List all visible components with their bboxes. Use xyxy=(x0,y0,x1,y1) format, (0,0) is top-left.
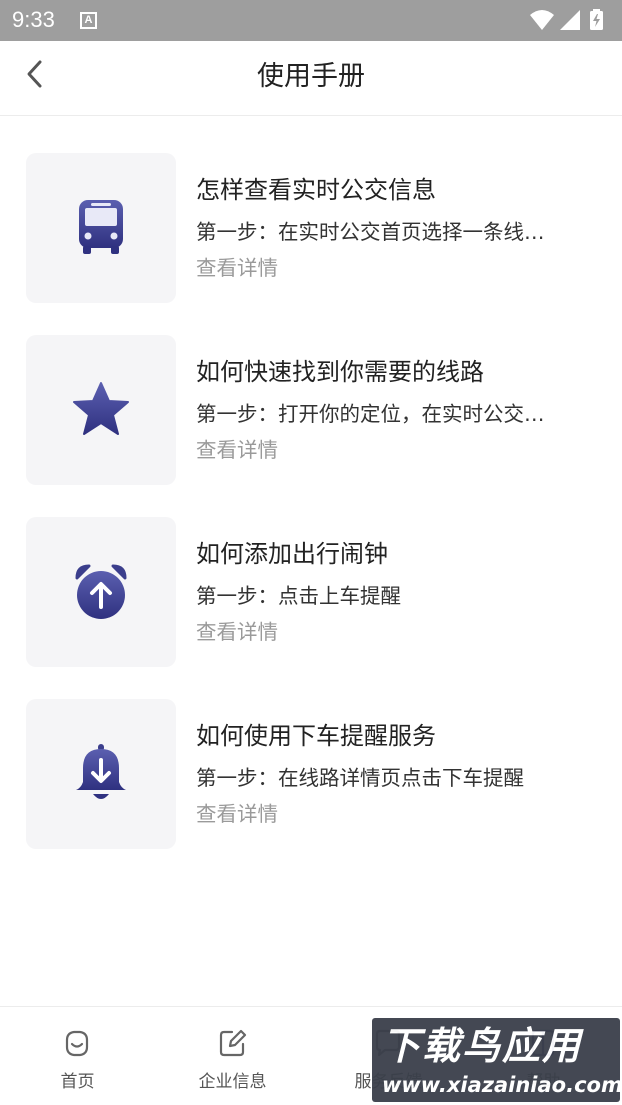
view-details-link[interactable]: 查看详情 xyxy=(196,617,278,647)
list-item[interactable]: 如何使用下车提醒服务 第一步：在线路详情页点击下车提醒 查看详情 xyxy=(0,699,622,849)
list-item[interactable]: 怎样查看实时公交信息 第一步：在实时公交首页选择一条线… 查看详情 xyxy=(0,153,622,303)
edit-icon xyxy=(219,1029,247,1057)
item-description: 第一步：打开你的定位，在实时公交… xyxy=(196,402,545,426)
watermark-title: 下载鸟应用 xyxy=(382,1024,583,1068)
view-details-link[interactable]: 查看详情 xyxy=(196,435,278,465)
item-description: 第一步：在实时公交首页选择一条线… xyxy=(196,220,545,244)
list-item[interactable]: 如何添加出行闹钟 第一步：点击上车提醒 查看详情 xyxy=(0,517,622,667)
signal-icon xyxy=(560,10,580,30)
item-description: 第一步：在线路详情页点击下车提醒 xyxy=(196,766,524,790)
tab-label: 企业信息 xyxy=(198,1072,267,1092)
tab-company-info[interactable]: 企业信息 xyxy=(155,1007,310,1105)
watermark-logo: 下载鸟应用 www.xiazainiao.com xyxy=(372,1018,622,1102)
item-thumbnail xyxy=(26,699,176,849)
item-thumbnail xyxy=(26,517,176,667)
status-icons xyxy=(530,9,603,30)
status-bar: 9:33 A xyxy=(0,0,622,41)
alarm-clock-icon xyxy=(75,564,127,619)
home-icon xyxy=(65,1030,89,1057)
item-description: 第一步：点击上车提醒 xyxy=(196,584,401,608)
page-title: 使用手册 xyxy=(257,61,365,92)
item-title: 怎样查看实时公交信息 xyxy=(196,176,436,204)
star-icon xyxy=(73,382,129,435)
view-details-link[interactable]: 查看详情 xyxy=(196,253,278,283)
view-details-link[interactable]: 查看详情 xyxy=(196,799,278,829)
nav-bar: 使用手册 xyxy=(0,41,622,116)
wifi-icon xyxy=(530,10,554,30)
item-thumbnail xyxy=(26,335,176,485)
watermark-url: www.xiazainiao.com xyxy=(382,1073,622,1097)
item-thumbnail xyxy=(26,153,176,303)
tab-home[interactable]: 首页 xyxy=(0,1007,155,1105)
bus-icon xyxy=(79,200,123,254)
bell-icon xyxy=(76,744,126,799)
notification-a-icon: A xyxy=(80,12,97,29)
list-item[interactable]: 如何快速找到你需要的线路 第一步：打开你的定位，在实时公交… 查看详情 xyxy=(0,335,622,485)
battery-icon xyxy=(590,9,603,30)
item-title: 如何快速找到你需要的线路 xyxy=(196,358,484,386)
item-title: 如何使用下车提醒服务 xyxy=(196,722,436,750)
item-title: 如何添加出行闹钟 xyxy=(196,540,388,568)
tab-label: 首页 xyxy=(60,1072,95,1092)
status-time: 9:33 xyxy=(12,7,55,32)
manual-list: 怎样查看实时公交信息 第一步：在实时公交首页选择一条线… 查看详情 如何快速找到… xyxy=(0,153,622,881)
